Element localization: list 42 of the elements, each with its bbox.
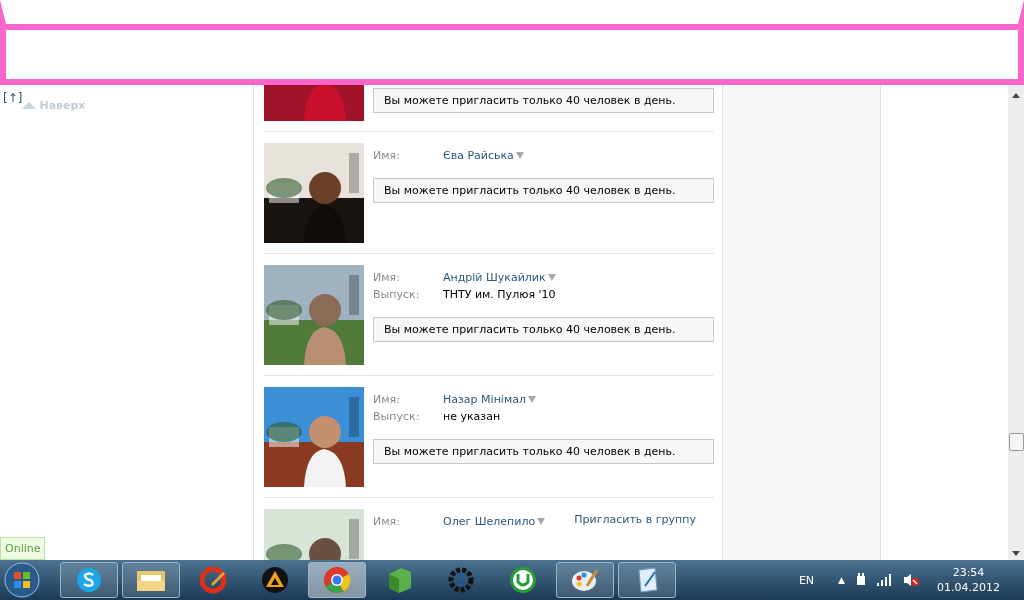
torrent-icon [509,566,537,594]
field-label: Имя: [373,149,401,162]
clock-time: 23:54 [952,566,985,579]
invite-link[interactable]: Пригласить в группу [574,509,714,526]
limit-notice: Вы можете пригласить только 40 человек в день. [373,317,714,342]
up-arrow-icon [22,102,37,109]
scrollbar[interactable] [1008,85,1024,560]
taskbar-button[interactable] [122,562,180,598]
person-name-link[interactable]: Олег Шелепило [443,515,536,528]
show-hidden-icons-button[interactable]: ▲ [838,575,845,585]
scroll-up-icon[interactable] [1012,93,1020,98]
start-button[interactable] [4,562,40,598]
scroll-up-link[interactable]: [↑] [3,91,23,105]
taskbar-button[interactable] [618,562,676,598]
scroll-down-icon[interactable] [1012,551,1020,556]
language-indicator[interactable]: EN [798,573,815,587]
field-label: Имя: [373,515,401,528]
chrome-icon [323,566,351,594]
person-name-link[interactable]: Назар Мінімал [443,393,526,406]
field-label: Имя: [373,271,401,284]
taskbar-button[interactable] [556,562,614,598]
person-name-link[interactable]: Андрій Шукайлик [443,271,546,284]
field-value: ТНТУ им. Пулюя '10 [443,288,556,301]
gear-icon [447,566,475,594]
limit-notice: Вы можете пригласить только 40 человек в день. [373,439,714,464]
brush-icon [199,566,227,594]
person-name-link[interactable]: Єва Райська [443,149,514,162]
online-badge: Online [0,537,46,560]
limit-notice: Вы можете пригласить только 40 человек в день. [373,178,714,203]
field-value: не указан [443,410,501,423]
power-plug-icon[interactable] [855,573,867,587]
muted-speaker-icon[interactable] [903,573,919,587]
cloud-icon [75,566,103,594]
field-label: Выпуск: [373,288,421,301]
signal-icon[interactable] [877,574,893,586]
clock[interactable]: 23:54 01.04.2012 [929,566,1020,594]
field-label: Имя: [373,393,401,406]
limit-notice: Вы можете пригласить только 40 человек в день. [373,88,714,113]
clock-date: 01.04.2012 [937,581,1000,594]
scroll-thumb[interactable] [1008,433,1024,451]
taskbar-button[interactable] [60,562,118,598]
field-label: Выпуск: [373,410,421,423]
